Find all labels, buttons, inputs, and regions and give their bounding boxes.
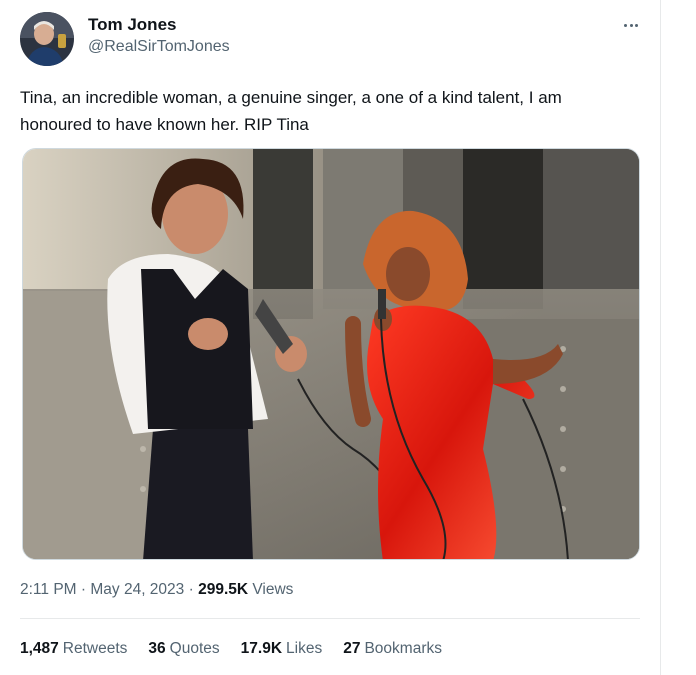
dot (635, 23, 639, 27)
tweet-stats: 1,487 Retweets 36 Quotes 17.9K Likes 27 Book… (20, 640, 463, 658)
stage-photo (23, 149, 639, 559)
tweet-meta: 2:11 PM · May 24, 2023 · 299.5K Views (20, 581, 293, 599)
tweet-date[interactable]: May 24, 2023 (90, 581, 184, 598)
separator: · (184, 581, 199, 598)
views-label: Views (248, 581, 294, 598)
divider (20, 618, 640, 619)
more-options-icon[interactable] (618, 12, 644, 38)
author-handle[interactable]: @RealSirTomJones (88, 38, 230, 56)
dot (623, 23, 627, 27)
quotes-link[interactable]: 36 Quotes (148, 640, 219, 658)
tweet-photo[interactable] (22, 148, 640, 560)
tweet-text: Tina, an incredible woman, a genuine sin… (20, 88, 562, 134)
bookmarks-link[interactable]: 27 Bookmarks (343, 640, 442, 658)
bookmarks-count: 27 (343, 640, 361, 657)
dot (629, 23, 633, 27)
avatar-photo (20, 12, 74, 66)
likes-label: Likes (286, 640, 323, 657)
likes-count: 17.9K (240, 640, 283, 657)
author-name[interactable]: Tom Jones (88, 15, 176, 35)
retweets-link[interactable]: 1,487 Retweets (20, 640, 127, 658)
avatar[interactable] (20, 12, 74, 66)
bookmarks-label: Bookmarks (364, 640, 442, 657)
column-divider (660, 0, 661, 675)
likes-link[interactable]: 17.9K Likes (241, 640, 323, 658)
quotes-label: Quotes (169, 640, 220, 657)
tweet-time[interactable]: 2:11 PM (20, 581, 77, 598)
retweets-count: 1,487 (20, 640, 59, 657)
quotes-count: 36 (148, 640, 166, 657)
retweets-label: Retweets (62, 640, 128, 657)
views-count: 299.5K (198, 581, 249, 598)
tweet-card: Tom Jones @RealSirTomJones Tina, an incr… (0, 0, 660, 675)
separator: · (76, 581, 91, 598)
